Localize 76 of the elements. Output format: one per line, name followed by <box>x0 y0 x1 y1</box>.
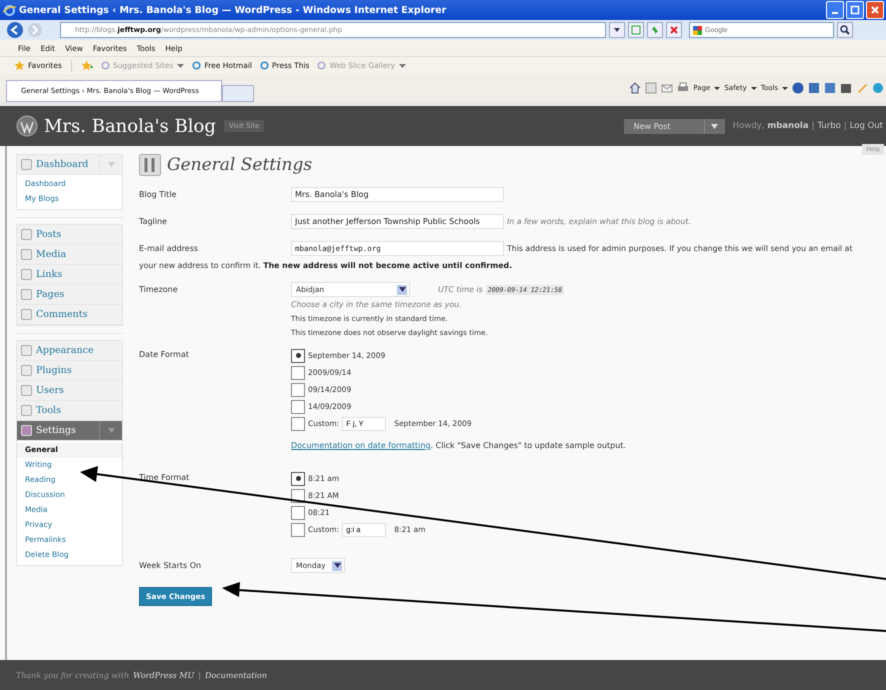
site-title[interactable]: Mrs. Banola's Blog <box>44 116 216 136</box>
field-label: Date Format <box>139 349 190 361</box>
user-link[interactable]: mbanola <box>767 121 809 131</box>
sidebar-item[interactable]: Posts <box>36 229 62 240</box>
sidebar-item[interactable]: Media <box>36 249 66 260</box>
field-label: Time Format <box>139 472 190 484</box>
field-label: Tagline <box>139 216 168 228</box>
radio-button[interactable] <box>291 366 305 380</box>
instruction-text: . Click "Save Changes" to update sample output. <box>430 441 626 450</box>
menu-icon <box>21 229 32 240</box>
settings-icon <box>139 154 161 176</box>
page-icon[interactable] <box>631 25 641 35</box>
radio-button[interactable] <box>291 348 305 362</box>
print-icon[interactable] <box>677 82 690 94</box>
footer-link[interactable]: Documentation <box>204 670 267 680</box>
radio-button[interactable] <box>291 472 305 486</box>
radio-button[interactable] <box>291 522 305 536</box>
menu-icon <box>21 159 32 170</box>
caret-icon[interactable] <box>398 287 406 292</box>
menu-icon <box>21 425 32 436</box>
header-link[interactable]: Log Out <box>850 121 883 131</box>
radio-button[interactable] <box>291 506 305 520</box>
documentation-link[interactable]: Documentation on date formatting <box>291 441 431 450</box>
caret-icon[interactable] <box>334 563 340 568</box>
separator: | <box>198 670 201 680</box>
new-post-button[interactable]: New Post <box>624 118 704 134</box>
page-title: General Settings <box>167 155 312 175</box>
caret-icon[interactable] <box>750 86 757 90</box>
stop-icon[interactable] <box>669 25 679 35</box>
help-icon[interactable] <box>792 82 804 94</box>
text-field[interactable]: Mrs. Banola's Blog <box>291 187 504 202</box>
sidebar-item[interactable]: Links <box>36 269 62 280</box>
wordpress-logo-icon <box>16 115 38 137</box>
web-page-icon <box>260 61 270 70</box>
separator: | <box>812 121 814 131</box>
home-icon[interactable] <box>629 82 642 94</box>
search-icon[interactable] <box>840 25 850 35</box>
caret-icon[interactable] <box>782 86 788 90</box>
radio-button[interactable] <box>291 400 305 414</box>
field-label: Timezone <box>139 284 179 296</box>
close-icon[interactable] <box>870 5 880 15</box>
menu-icon <box>21 385 32 396</box>
menu-icon <box>21 269 32 280</box>
mail-icon[interactable] <box>661 82 674 94</box>
sidebar-item[interactable]: Tools <box>36 405 61 416</box>
radio-button[interactable] <box>291 416 305 430</box>
search-provider-icon <box>693 26 702 34</box>
footer-link[interactable]: WordPress MU <box>133 670 194 680</box>
browser-logo-icon <box>3 4 16 16</box>
field-label: Week Starts On <box>139 560 202 572</box>
back-icon[interactable] <box>6 21 24 39</box>
sidebar-item[interactable]: Users <box>36 385 64 396</box>
sidebar-item[interactable]: Plugins <box>36 365 72 376</box>
star-icon[interactable] <box>14 60 25 71</box>
menu-icon <box>21 345 32 356</box>
menu-icon <box>21 249 32 260</box>
separator: | <box>844 121 847 131</box>
header-link[interactable]: Turbo <box>817 121 841 131</box>
radio-button[interactable] <box>291 382 305 396</box>
field-label: E-mail address <box>139 243 200 255</box>
greeting-text: Howdy, <box>732 121 764 131</box>
maximize-icon[interactable] <box>850 5 860 15</box>
web-page-icon <box>192 61 202 70</box>
window-title: General Settings ‹ Mrs. Banola's Blog — WordPress - Windows Internet Explorer <box>19 4 448 16</box>
footer-text: Thank you for creating with <box>16 670 130 680</box>
sidebar-item[interactable]: Pages <box>36 289 64 300</box>
add-favorite-icon[interactable] <box>80 60 93 71</box>
web-page-icon <box>100 61 110 70</box>
caret-icon[interactable] <box>613 26 621 34</box>
menu-icon <box>21 309 32 320</box>
menu-icon <box>21 365 32 376</box>
menu-icon <box>21 289 32 300</box>
web-page-icon <box>317 61 326 70</box>
caret-icon[interactable] <box>714 86 720 90</box>
field-label: Blog Title <box>139 189 178 201</box>
menu-icon <box>21 405 32 416</box>
